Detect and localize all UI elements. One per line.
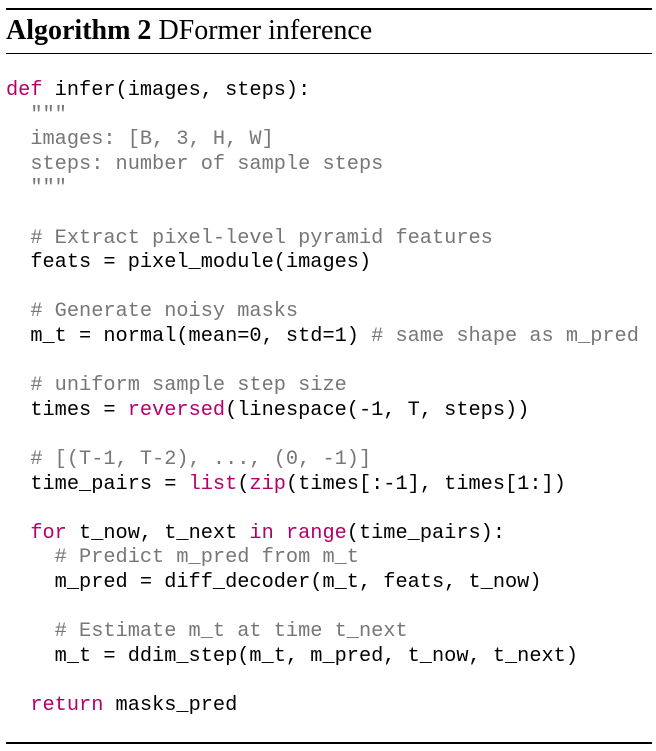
- bottom-rule: [6, 742, 652, 744]
- code-text: (time_pairs):: [346, 521, 506, 545]
- code-text: m_t = ddim_step(m_t, m_pred, t_now, t_ne…: [6, 644, 579, 668]
- code-comment: steps: number of sample steps: [6, 152, 384, 176]
- code-builtin: reversed: [127, 398, 226, 422]
- code-text: (times[:-1], times[1:]): [285, 472, 566, 496]
- code-keyword: def: [6, 79, 43, 102]
- code-text: infer(images, steps):: [42, 79, 311, 102]
- code-line: # [(T-1, T-2), ..., (0, -1)]: [6, 448, 639, 473]
- code-keyword: for: [30, 521, 67, 545]
- code-text: m_pred = diff_decoder(m_t, feats, t_now): [6, 570, 542, 594]
- algorithm-block: Algorithm 2 DFormer inference def infer(…: [6, 0, 652, 751]
- code-text: masks_pred: [103, 693, 238, 717]
- code-line: """: [6, 177, 639, 202]
- code-text: (linespace(-1, T, steps)): [225, 398, 530, 422]
- code-text: t_now, t_next: [66, 521, 250, 545]
- code-line: # Generate noisy masks: [6, 300, 639, 325]
- code-text: m_t = normal(mean=0, std=1): [6, 324, 372, 348]
- code-comment: """: [6, 177, 67, 201]
- algorithm-label: Algorithm 2: [6, 15, 152, 46]
- code-line: return masks_pred: [6, 694, 639, 719]
- code-builtin: range: [285, 521, 347, 545]
- code-line: # uniform sample step size: [6, 374, 639, 399]
- algorithm-title: DFormer inference: [158, 15, 373, 46]
- code-line: steps: number of sample steps: [6, 153, 639, 178]
- code-line: # Predict m_pred from m_t: [6, 546, 639, 571]
- code-comment: # uniform sample step size: [6, 374, 347, 398]
- caption-rule: [6, 53, 652, 54]
- code-comment: # Generate noisy masks: [6, 300, 299, 324]
- code-line: m_pred = diff_decoder(m_t, feats, t_now): [6, 571, 639, 596]
- code-text: (: [237, 472, 250, 496]
- algorithm-caption: Algorithm 2 DFormer inference: [6, 14, 372, 48]
- code-comment: # Estimate m_t at time t_next: [6, 620, 408, 644]
- code-comment: # same shape as m_pred: [371, 324, 639, 348]
- code-keyword: in: [249, 521, 274, 545]
- code-line: # Estimate m_t at time t_next: [6, 620, 639, 645]
- code-text: time_pairs =: [6, 472, 189, 496]
- code-comment: # Extract pixel-level pyramid features: [6, 226, 493, 250]
- code-line: def infer(images, steps):: [6, 79, 639, 104]
- code-line: images: [B, 3, H, W]: [6, 128, 639, 153]
- code-listing: def infer(images, steps): """ images: [B…: [6, 79, 639, 718]
- code-line: for t_now, t_next in range(time_pairs):: [6, 522, 639, 547]
- code-comment: # Predict m_pred from m_t: [6, 546, 359, 570]
- code-builtin: list: [188, 472, 238, 496]
- code-line: m_t = normal(mean=0, std=1) # same shape…: [6, 325, 639, 350]
- code-comment: # [(T-1, T-2), ..., (0, -1)]: [6, 447, 372, 471]
- code-line: # Extract pixel-level pyramid features: [6, 227, 639, 252]
- code-line: time_pairs = list(zip(times[:-1], times[…: [6, 473, 639, 498]
- code-text: times =: [6, 398, 128, 422]
- top-rule: [6, 8, 652, 10]
- code-line: feats = pixel_module(images): [6, 251, 639, 276]
- code-text: feats = pixel_module(images): [6, 251, 372, 275]
- code-builtin: zip: [249, 472, 286, 496]
- code-line: m_t = ddim_step(m_t, m_pred, t_now, t_ne…: [6, 645, 639, 670]
- code-comment: images: [B, 3, H, W]: [6, 128, 274, 152]
- code-line: """: [6, 104, 639, 129]
- code-comment: """: [6, 103, 67, 127]
- code-line: times = reversed(linespace(-1, T, steps)…: [6, 399, 639, 424]
- code-keyword: return: [30, 693, 104, 717]
